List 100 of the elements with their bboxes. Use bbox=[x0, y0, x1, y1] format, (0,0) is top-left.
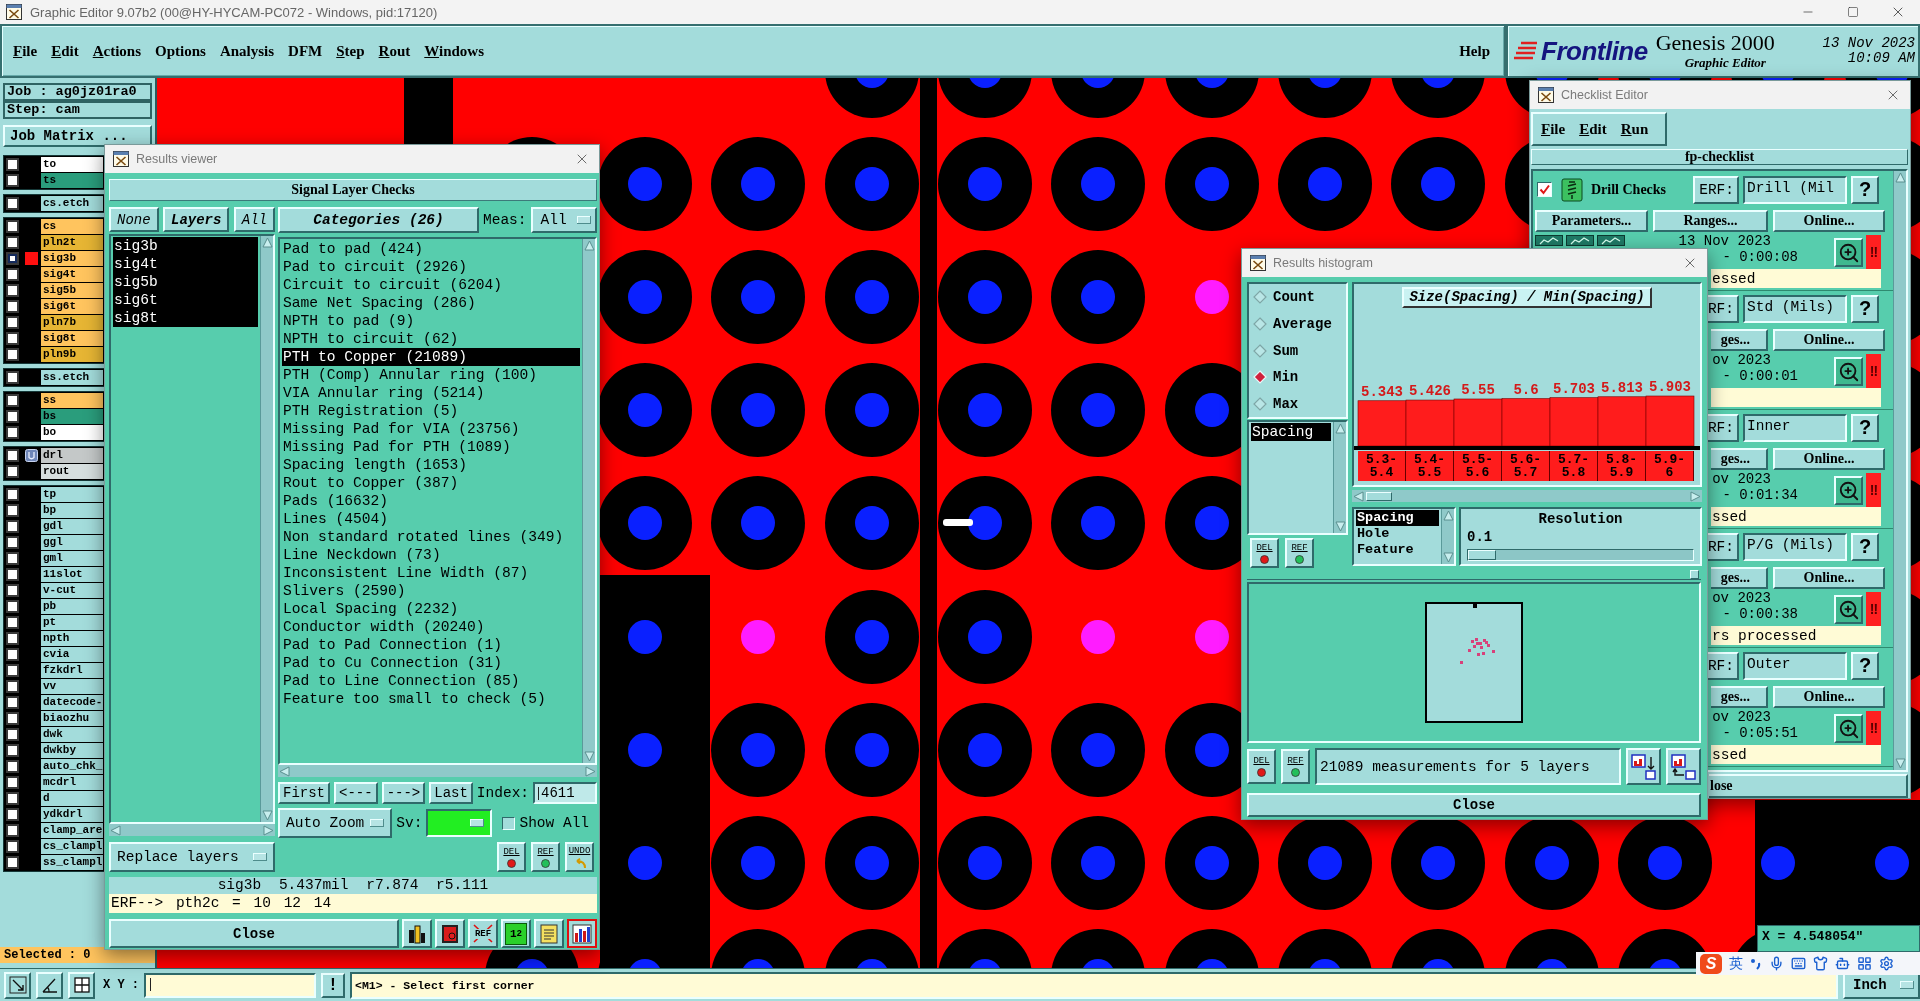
erf-field[interactable]: P/G (Mils) bbox=[1743, 532, 1847, 561]
splitter-handle[interactable] bbox=[1690, 569, 1699, 579]
layer-name[interactable]: gdl bbox=[41, 519, 103, 534]
columns-tool-button[interactable] bbox=[402, 919, 432, 948]
help-button[interactable]: ? bbox=[1851, 294, 1879, 323]
layer-name[interactable]: sig4t bbox=[41, 267, 103, 282]
input-mode-toggle[interactable]: 英 bbox=[1729, 954, 1743, 973]
menu-item[interactable]: File bbox=[1541, 120, 1566, 138]
category-list-item[interactable]: Missing Pad for PTH (1089) bbox=[282, 438, 580, 456]
close-button[interactable]: lose bbox=[1709, 774, 1908, 798]
check-action-button[interactable]: ges... bbox=[1711, 329, 1768, 351]
layer-list-item[interactable]: sig4t bbox=[113, 255, 258, 273]
layer-checkbox[interactable] bbox=[6, 504, 19, 517]
check-action-button[interactable]: Ranges... bbox=[1653, 210, 1768, 232]
job-matrix-button[interactable]: Job Matrix ... bbox=[3, 125, 152, 147]
layer-name[interactable]: auto_chk_ bbox=[41, 759, 103, 774]
layer-checkbox[interactable] bbox=[6, 252, 19, 265]
layer-checkbox[interactable] bbox=[6, 284, 19, 297]
layer-name[interactable]: bo bbox=[41, 425, 103, 440]
layer-checkbox[interactable] bbox=[6, 449, 19, 462]
category-list-item[interactable]: Circuit to circuit (6204) bbox=[282, 276, 580, 294]
attribute-list-item[interactable]: Spacing bbox=[1356, 510, 1439, 526]
check-action-button[interactable]: Online... bbox=[1773, 329, 1885, 351]
layer-checkbox[interactable] bbox=[6, 664, 19, 677]
menu-item[interactable]: Actions bbox=[92, 42, 142, 60]
graph-tool-button[interactable] bbox=[1597, 235, 1625, 246]
layer-checkbox[interactable] bbox=[6, 760, 19, 773]
check-action-button[interactable]: Online... bbox=[1773, 686, 1885, 708]
layer-checkbox[interactable] bbox=[6, 632, 19, 645]
layer-name[interactable]: sig5b bbox=[41, 283, 103, 298]
histogram-bar[interactable] bbox=[1405, 399, 1455, 447]
menu-item[interactable]: DFM bbox=[288, 42, 323, 60]
layer-name[interactable]: sig6t bbox=[41, 299, 103, 314]
delete-button[interactable]: DEL bbox=[1247, 749, 1276, 784]
show-all-checkbox[interactable] bbox=[502, 816, 516, 830]
category-list-item[interactable]: Non standard rotated lines (349) bbox=[282, 528, 580, 546]
layer-checkbox[interactable] bbox=[6, 648, 19, 661]
layer-checkbox[interactable] bbox=[6, 220, 19, 233]
slider-thumb[interactable] bbox=[1468, 550, 1496, 560]
category-list-item[interactable]: Pad to Cu Connection (31) bbox=[282, 654, 580, 672]
menu-item[interactable]: Analysis bbox=[219, 42, 275, 60]
layer-name[interactable]: tp bbox=[41, 487, 103, 502]
category-list-item[interactable]: Pads (16632) bbox=[282, 492, 580, 510]
shirt-icon[interactable] bbox=[1813, 956, 1828, 971]
menu-item[interactable]: Edit bbox=[1579, 120, 1607, 138]
check-action-button[interactable]: Online... bbox=[1773, 210, 1885, 232]
check-action-button[interactable]: Online... bbox=[1773, 567, 1885, 589]
layer-checkbox[interactable] bbox=[6, 792, 19, 805]
menu-item[interactable]: Windows bbox=[424, 42, 485, 60]
layer-name[interactable]: v-cut bbox=[41, 583, 103, 598]
layer-name[interactable]: pln9b bbox=[41, 347, 103, 362]
layer-checkbox[interactable] bbox=[6, 696, 19, 709]
layer-checkbox[interactable] bbox=[6, 300, 19, 313]
category-list-item[interactable]: Lines (4504) bbox=[282, 510, 580, 528]
layer-checkbox[interactable] bbox=[6, 600, 19, 613]
layer-checkbox[interactable] bbox=[6, 536, 19, 549]
layer-name[interactable]: ss.etch bbox=[41, 370, 103, 385]
category-list-item[interactable]: Missing Pad for VIA (23756) bbox=[282, 420, 580, 438]
layer-name[interactable]: datecode- bbox=[41, 695, 103, 710]
layer-name[interactable]: bs bbox=[41, 409, 103, 424]
coordinate-input-field[interactable] bbox=[144, 972, 316, 998]
erf-button[interactable]: RF: bbox=[1706, 413, 1739, 442]
layer-name[interactable]: cs.etch bbox=[41, 196, 103, 211]
category-list-item[interactable]: Line Neckdown (73) bbox=[282, 546, 580, 564]
index-field[interactable]: 4611 bbox=[533, 782, 597, 804]
menu-item[interactable]: Rout bbox=[378, 42, 411, 60]
layer-filter-button[interactable]: Layers bbox=[163, 207, 230, 232]
layer-name[interactable]: clamp_are bbox=[41, 823, 103, 838]
layer-name[interactable]: fzkdrl bbox=[41, 663, 103, 678]
category-list-item[interactable]: Local Spacing (2232) bbox=[282, 600, 580, 618]
check-checkbox[interactable] bbox=[1537, 182, 1552, 197]
category-list-item[interactable]: Pad to pad (424) bbox=[282, 240, 580, 258]
layer-checkbox[interactable] bbox=[6, 744, 19, 757]
navigation-button[interactable]: Last bbox=[429, 782, 473, 804]
layer-checkbox[interactable] bbox=[6, 174, 19, 187]
category-list-item[interactable]: Slivers (2590) bbox=[282, 582, 580, 600]
layer-name[interactable]: sig8t bbox=[41, 331, 103, 346]
layer-name[interactable]: pt bbox=[41, 615, 103, 630]
layer-checkbox[interactable] bbox=[6, 552, 19, 565]
attribute-list-item[interactable]: Hole bbox=[1356, 526, 1439, 542]
layer-filter-button[interactable]: None bbox=[109, 207, 159, 232]
category-list-item[interactable]: PTH to Copper (21089) bbox=[282, 348, 580, 366]
check-action-button[interactable]: Parameters... bbox=[1535, 210, 1648, 232]
check-action-button[interactable]: ges... bbox=[1711, 686, 1768, 708]
help-button[interactable]: ? bbox=[1851, 175, 1879, 204]
layer-checkbox[interactable] bbox=[6, 712, 19, 725]
layer-name[interactable]: ss bbox=[41, 393, 103, 408]
layer-name[interactable]: pln2t bbox=[41, 235, 103, 250]
menu-item[interactable]: Step bbox=[336, 42, 365, 60]
graph-tool-button[interactable] bbox=[1535, 235, 1563, 246]
layer-name[interactable]: bp bbox=[41, 503, 103, 518]
horizontal-scrollbar[interactable] bbox=[1352, 490, 1702, 502]
layer-checkbox[interactable] bbox=[6, 410, 19, 423]
radio-option[interactable]: Max bbox=[1253, 396, 1342, 412]
layer-name[interactable]: ggl bbox=[41, 535, 103, 550]
layer-name[interactable]: ydkdrl bbox=[41, 807, 103, 822]
undo-button[interactable]: UNDO bbox=[565, 842, 594, 872]
category-list-item[interactable]: Inconsistent Line Width (87) bbox=[282, 564, 580, 582]
layer-checkbox[interactable] bbox=[6, 856, 19, 869]
layer-checkbox[interactable] bbox=[6, 316, 19, 329]
